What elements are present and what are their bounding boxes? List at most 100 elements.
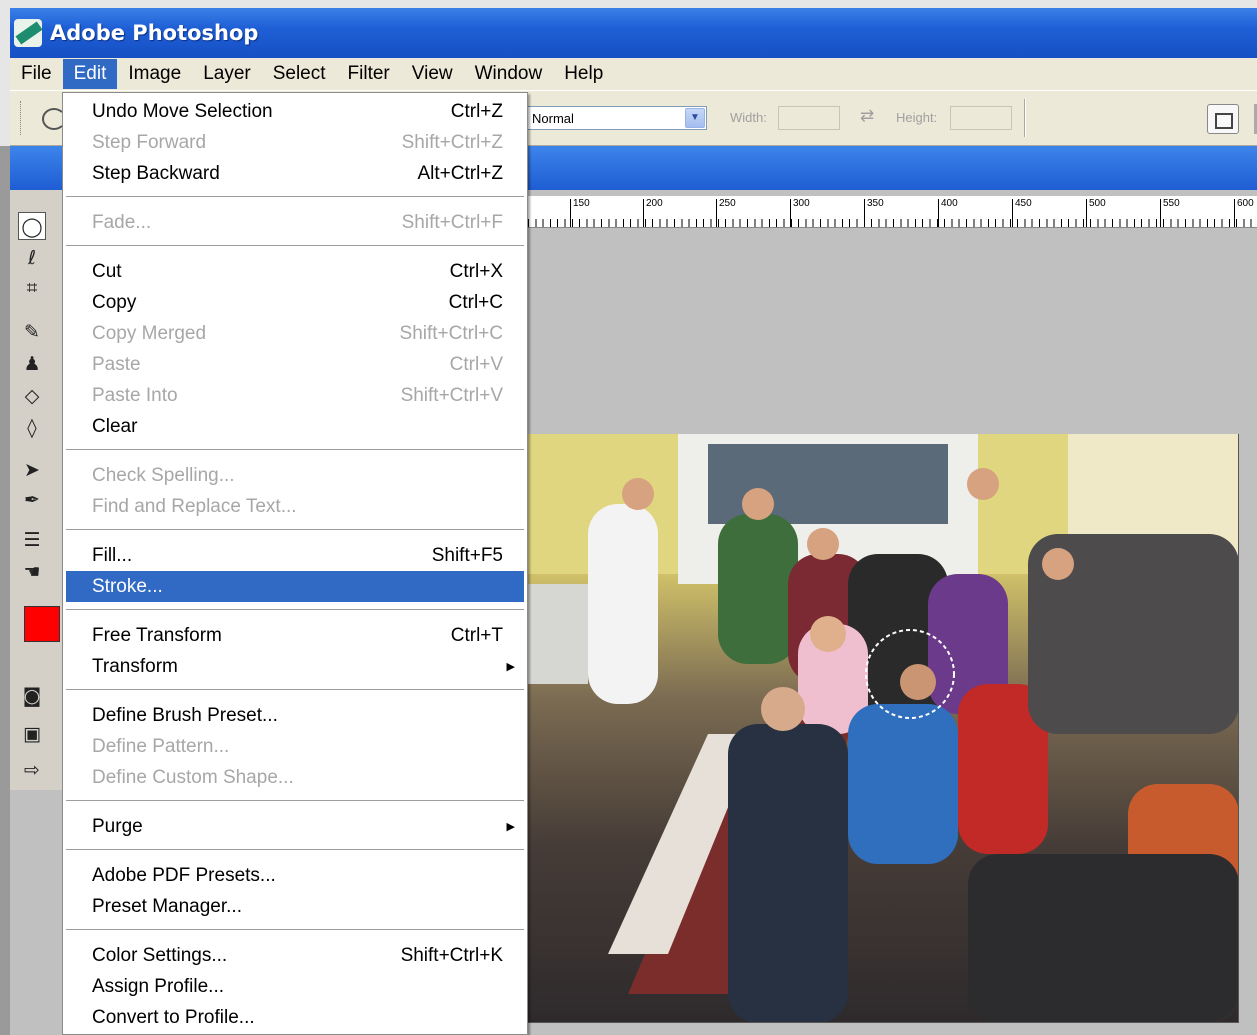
- hand-tool-icon[interactable]: ☚: [18, 558, 46, 586]
- horizontal-ruler: 150 200 250 300 350 400 450 500 550 600: [528, 196, 1257, 228]
- menu-file[interactable]: File: [10, 59, 63, 89]
- menu-view[interactable]: View: [401, 59, 464, 89]
- elliptical-marquee-tool-icon[interactable]: ◯: [18, 212, 46, 240]
- menu-select[interactable]: Select: [262, 59, 337, 89]
- menu-filter[interactable]: Filter: [337, 59, 401, 89]
- path-selection-tool-icon[interactable]: ➤: [18, 456, 46, 484]
- menu-item-clear[interactable]: Clear: [63, 411, 527, 442]
- photo-face: [900, 664, 936, 700]
- menu-item-color-settings[interactable]: Color Settings... Shift+Ctrl+K: [63, 940, 527, 971]
- notes-tool-icon[interactable]: ☰: [18, 526, 46, 554]
- menu-item-define-pattern[interactable]: Define Pattern...: [63, 731, 527, 762]
- menu-layer[interactable]: Layer: [192, 59, 262, 89]
- edit-menu-dropdown: Undo Move Selection Ctrl+Z Step Forward …: [62, 92, 528, 1035]
- ruler-label: 600: [1237, 198, 1254, 209]
- ruler-label: 400: [941, 198, 958, 209]
- ruler-label: 250: [719, 198, 736, 209]
- menu-item-copy[interactable]: Copy Ctrl+C: [63, 287, 527, 318]
- menu-item-label: Define Custom Shape...: [92, 766, 294, 788]
- menu-item-convert-profile[interactable]: Convert to Profile...: [63, 1002, 527, 1033]
- width-label: Width:: [730, 110, 767, 125]
- options-bar-grip[interactable]: [20, 101, 23, 135]
- menu-separator: [63, 793, 527, 811]
- menu-item-undo[interactable]: Undo Move Selection Ctrl+Z: [63, 96, 527, 127]
- menu-image[interactable]: Image: [117, 59, 192, 89]
- swap-dimensions-icon[interactable]: ⇄: [860, 106, 874, 126]
- menu-item-check-spelling[interactable]: Check Spelling...: [63, 460, 527, 491]
- menu-help[interactable]: Help: [553, 59, 614, 89]
- menu-item-assign-profile[interactable]: Assign Profile...: [63, 971, 527, 1002]
- menu-item-shortcut: Shift+Ctrl+F: [401, 211, 503, 233]
- ruler-label: 200: [646, 198, 663, 209]
- menu-item-label: Color Settings...: [92, 944, 228, 966]
- menu-item-label: Preset Manager...: [92, 895, 242, 917]
- screen-mode-icon[interactable]: ▣: [18, 720, 46, 748]
- menu-item-shortcut: Alt+Ctrl+Z: [417, 162, 503, 184]
- menu-separator: [63, 522, 527, 540]
- menu-item-fade[interactable]: Fade... Shift+Ctrl+F: [63, 207, 527, 238]
- ruler-label: 150: [573, 198, 590, 209]
- menu-item-label: Transform: [92, 655, 178, 677]
- menu-item-define-shape[interactable]: Define Custom Shape...: [63, 762, 527, 793]
- menu-item-paste-into[interactable]: Paste Into Shift+Ctrl+V: [63, 380, 527, 411]
- healing-brush-tool-icon[interactable]: ✎: [18, 318, 46, 346]
- chevron-down-icon[interactable]: ▼: [685, 108, 705, 128]
- crop-tool-icon[interactable]: ⌗: [18, 274, 46, 302]
- palette-well-icon[interactable]: [1207, 104, 1239, 134]
- lasso-tool-icon[interactable]: ℓ: [18, 244, 46, 272]
- menu-item-transform[interactable]: Transform ▶: [63, 651, 527, 682]
- menu-item-shortcut: Ctrl+X: [449, 260, 503, 282]
- foreground-color-swatch[interactable]: [24, 606, 60, 642]
- photo-crowd: [968, 854, 1238, 1022]
- menu-bar: File Edit Image Layer Select Filter View…: [10, 58, 1257, 90]
- style-select[interactable]: Normal ▼: [525, 106, 707, 130]
- photo-illustration: [528, 434, 1238, 1022]
- menu-item-step-backward[interactable]: Step Backward Alt+Ctrl+Z: [63, 158, 527, 189]
- image-canvas[interactable]: [528, 434, 1239, 1023]
- menu-item-shortcut: Ctrl+T: [450, 624, 503, 646]
- menu-item-pdf-presets[interactable]: Adobe PDF Presets...: [63, 860, 527, 891]
- quick-mask-icon[interactable]: ◙: [18, 682, 46, 710]
- photo-ac-unit: [528, 584, 588, 684]
- menu-separator: [63, 682, 527, 700]
- menu-edit[interactable]: Edit: [62, 59, 118, 89]
- menu-item-label: Find and Replace Text...: [92, 495, 297, 517]
- photo-person: [718, 514, 798, 664]
- photo-van-window: [708, 444, 948, 524]
- menu-item-label: Check Spelling...: [92, 464, 235, 486]
- menu-window[interactable]: Window: [464, 59, 554, 89]
- ruler-minor-ticks: [528, 219, 1257, 227]
- width-input[interactable]: [778, 106, 840, 130]
- menu-item-label: Define Brush Preset...: [92, 704, 278, 726]
- menu-item-find-replace[interactable]: Find and Replace Text...: [63, 491, 527, 522]
- clone-stamp-tool-icon[interactable]: ♟: [18, 350, 46, 378]
- menu-separator: [63, 238, 527, 256]
- ruler-label: 500: [1089, 198, 1106, 209]
- menu-item-preset-manager[interactable]: Preset Manager...: [63, 891, 527, 922]
- menu-item-label: Paste: [92, 353, 141, 375]
- menu-item-label: Purge: [92, 815, 143, 837]
- ruler-label: 450: [1015, 198, 1032, 209]
- menu-separator: [63, 189, 527, 207]
- blur-tool-icon[interactable]: ◊: [18, 414, 46, 442]
- menu-item-cut[interactable]: Cut Ctrl+X: [63, 256, 527, 287]
- options-separator: [1024, 99, 1026, 137]
- menu-item-copy-merged[interactable]: Copy Merged Shift+Ctrl+C: [63, 318, 527, 349]
- menu-item-shortcut: Ctrl+V: [449, 353, 503, 375]
- eraser-tool-icon[interactable]: ◇: [18, 382, 46, 410]
- menu-item-label: Fade...: [92, 211, 152, 233]
- menu-item-step-forward[interactable]: Step Forward Shift+Ctrl+Z: [63, 127, 527, 158]
- height-input[interactable]: [950, 106, 1012, 130]
- menu-item-purge[interactable]: Purge ▶: [63, 811, 527, 842]
- pen-tool-icon[interactable]: ✒: [18, 486, 46, 514]
- menu-item-label: Cut: [92, 260, 122, 282]
- menu-item-free-transform[interactable]: Free Transform Ctrl+T: [63, 620, 527, 651]
- menu-item-paste[interactable]: Paste Ctrl+V: [63, 349, 527, 380]
- menu-item-define-brush[interactable]: Define Brush Preset...: [63, 700, 527, 731]
- menu-item-fill[interactable]: Fill... Shift+F5: [63, 540, 527, 571]
- menu-item-label: Paste Into: [92, 384, 178, 406]
- menu-item-stroke[interactable]: Stroke...: [66, 571, 524, 602]
- menu-item-label: Clear: [92, 415, 138, 437]
- jump-to-imageready-icon[interactable]: ⇨: [18, 756, 46, 784]
- menu-item-shortcut: Shift+Ctrl+K: [400, 944, 503, 966]
